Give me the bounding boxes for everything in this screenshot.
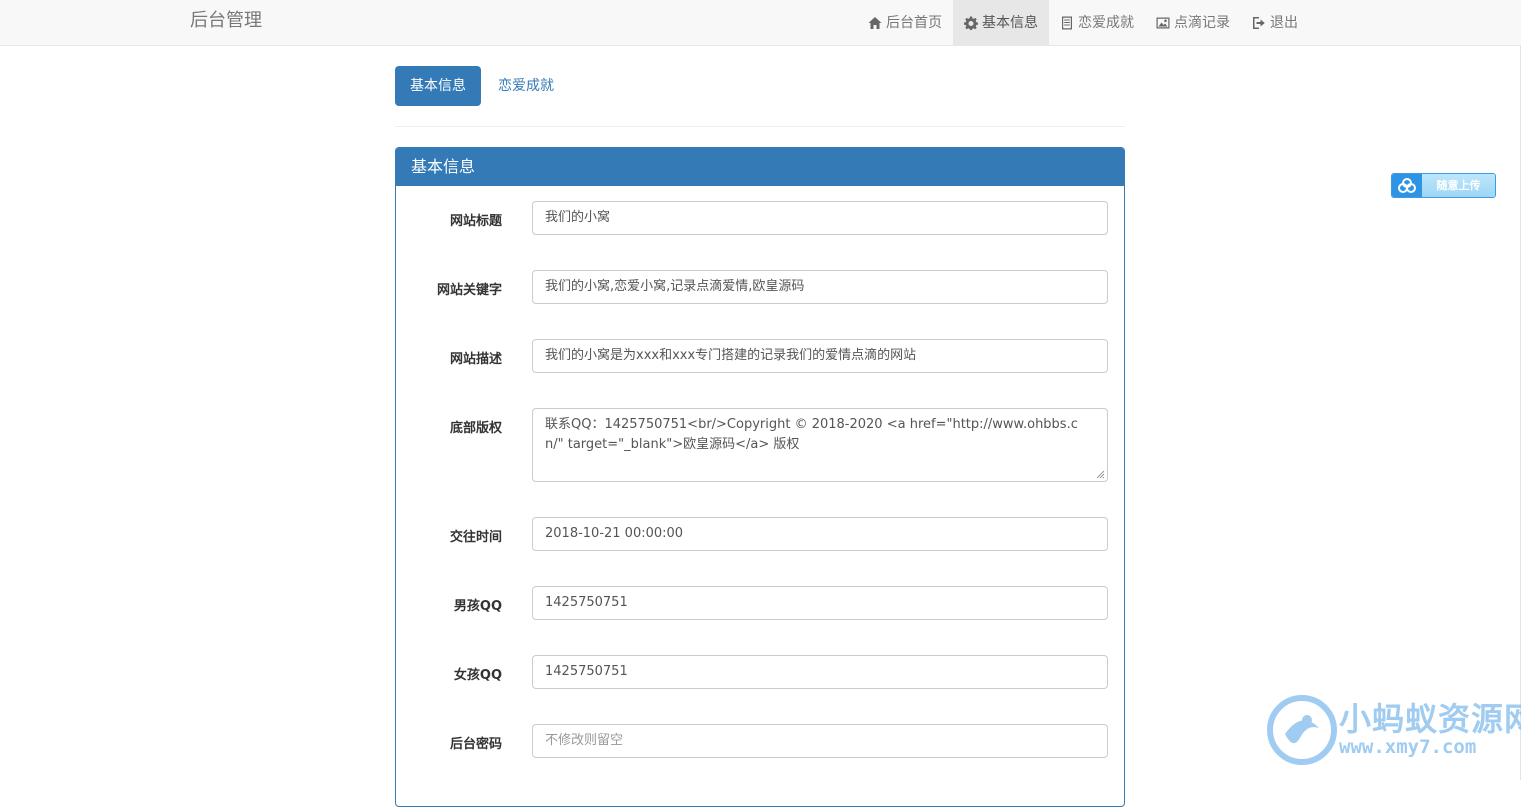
- watermark-url: www.xmy7.com: [1339, 736, 1477, 758]
- nav-item-basic-info[interactable]: 基本信息: [953, 0, 1049, 46]
- site-description-input[interactable]: 我们的小窝是为xxx和xxx专门搭建的记录我们的爱情点滴的网站: [532, 339, 1108, 373]
- tab-achievements[interactable]: 恋爱成就: [483, 66, 569, 106]
- footer-copyright-textarea[interactable]: 联系QQ：1425750751<br/>Copyright © 2018-202…: [532, 408, 1108, 482]
- nav-item-achievements[interactable]: 恋爱成就: [1049, 0, 1145, 46]
- page-tabs: 基本信息 恋爱成就: [395, 66, 569, 106]
- dating-time-label: 交往时间: [449, 530, 502, 545]
- site-watermark: 小蚂蚁资源网 www.xmy7.com: [1265, 690, 1521, 780]
- nav-item-logout[interactable]: 退出: [1241, 0, 1309, 46]
- upload-widget[interactable]: 随意上传: [1391, 173, 1496, 198]
- logout-icon: [1252, 16, 1266, 30]
- site-title-label: 网站标题: [449, 214, 502, 229]
- nav-item-home[interactable]: 后台首页: [857, 0, 953, 46]
- watermark-logo-icon: [1267, 695, 1337, 765]
- admin-password-input[interactable]: 不修改则留空: [532, 724, 1108, 758]
- admin-password-label: 后台密码: [449, 737, 502, 752]
- gear-icon: [964, 16, 978, 30]
- basic-info-panel: 基本信息 网站标题 我们的小窝 网站关键字 我们的小窝,恋爱小窝,记录点滴爱情,…: [395, 147, 1125, 807]
- cloud-upload-icon: [1392, 174, 1422, 197]
- site-keywords-input[interactable]: 我们的小窝,恋爱小窝,记录点滴爱情,欧皇源码: [532, 270, 1108, 304]
- nav-item-label: 退出: [1270, 15, 1298, 31]
- image-icon: [1156, 16, 1170, 30]
- top-navbar: 后台管理 后台首页 基本信息 恋爱成就 点滴记录 退出: [0, 0, 1521, 46]
- nav-item-label: 后台首页: [886, 15, 942, 31]
- brand-title[interactable]: 后台管理: [190, 0, 262, 46]
- list-icon: [1060, 16, 1074, 30]
- nav-menu: 后台首页 基本信息 恋爱成就 点滴记录 退出: [857, 0, 1309, 46]
- nav-item-label: 恋爱成就: [1078, 15, 1134, 31]
- resize-handle-icon[interactable]: [1096, 470, 1105, 479]
- watermark-title: 小蚂蚁资源网: [1339, 700, 1521, 738]
- panel-title: 基本信息: [396, 148, 1124, 186]
- dating-time-input[interactable]: 2018-10-21 00:00:00: [532, 517, 1108, 551]
- nav-item-label: 基本信息: [982, 15, 1038, 31]
- site-title-input[interactable]: 我们的小窝: [532, 201, 1108, 235]
- nav-item-label: 点滴记录: [1174, 15, 1230, 31]
- nav-item-records[interactable]: 点滴记录: [1145, 0, 1241, 46]
- boy-qq-input[interactable]: 1425750751: [532, 586, 1108, 620]
- home-icon: [868, 16, 882, 30]
- site-description-label: 网站描述: [449, 352, 502, 367]
- girl-qq-label: 女孩QQ: [453, 668, 502, 683]
- site-keywords-label: 网站关键字: [436, 283, 502, 298]
- footer-copyright-label: 底部版权: [449, 421, 502, 436]
- tab-basic-info[interactable]: 基本信息: [395, 66, 481, 106]
- footer-copyright-text: 联系QQ：1425750751<br/>Copyright © 2018-202…: [545, 417, 1078, 452]
- girl-qq-input[interactable]: 1425750751: [532, 655, 1108, 689]
- boy-qq-label: 男孩QQ: [453, 599, 502, 614]
- upload-widget-label: 随意上传: [1422, 174, 1495, 197]
- tabs-divider: [395, 126, 1125, 127]
